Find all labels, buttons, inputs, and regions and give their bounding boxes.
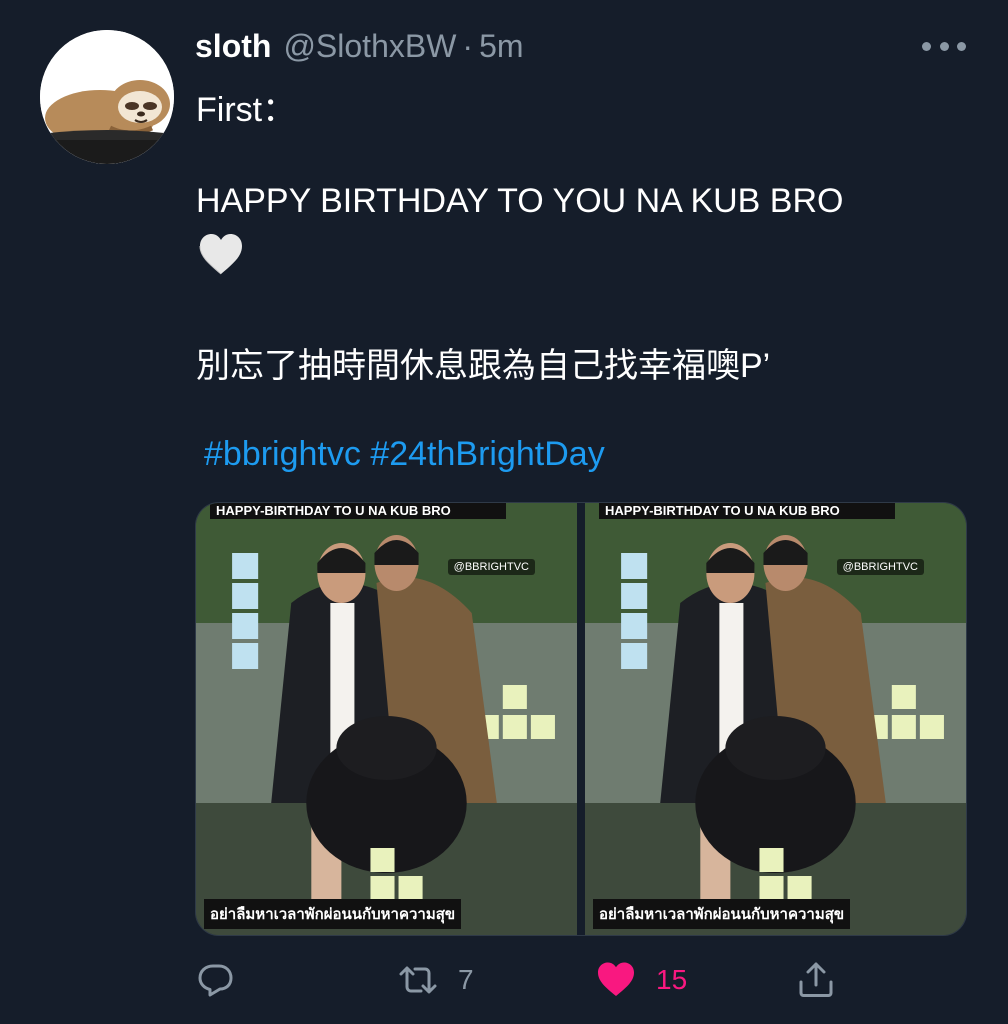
retweet-count: 7 — [458, 964, 474, 995]
tweet-text-line-3: 別忘了抽時間休息跟為自己找幸福噢P’ — [196, 347, 771, 385]
tweet-text-line-1: First： — [196, 91, 297, 129]
photo-caption: อย่าลืมหาเวลาพักผ่อนนกับหาความสุข — [593, 899, 851, 929]
reply-icon — [198, 964, 233, 997]
tweet[interactable]: sloth @SlothxBW · 5m First： HAPPY BIRTHD… — [0, 0, 1008, 1024]
photo-watermark: @BBRIGHTVC — [447, 559, 535, 575]
reply-button[interactable] — [196, 956, 236, 1004]
dot — [957, 41, 966, 51]
like-count: 15 — [656, 964, 688, 995]
photo-watermark: @BBRIGHTVC — [836, 559, 924, 575]
tweet-header: sloth @SlothxBW · 5m — [195, 28, 524, 68]
timestamp[interactable]: 5m — [479, 28, 523, 65]
white-heart-icon — [199, 234, 242, 275]
avatar[interactable] — [40, 30, 174, 164]
like-button[interactable]: 15 — [596, 956, 687, 1004]
tweet-actions: 7 15 — [0, 956, 1008, 1004]
retweet-button[interactable]: 7 — [398, 956, 474, 1004]
media-photo-1[interactable]: HAPPY-BIRTHDAY TO U NA KUB BRO @BBRIGHTV… — [196, 503, 577, 935]
user-handle[interactable]: @SlothxBW — [283, 28, 456, 65]
separator-dot: · — [462, 28, 474, 64]
photo-caption: อย่าลืมหาเวลาพักผ่อนนกับหาความสุข — [204, 899, 462, 929]
media-photo-2[interactable]: HAPPY-BIRTHDAY TO U NA KUB BRO @BBRIGHTV… — [585, 503, 966, 935]
photo-banner-text: HAPPY-BIRTHDAY TO U NA KUB BRO — [210, 503, 506, 519]
media-grid: HAPPY-BIRTHDAY TO U NA KUB BRO @BBRIGHTV… — [195, 502, 967, 936]
tweet-text-line-2: HAPPY BIRTHDAY TO YOU NA KUB BRO — [196, 182, 844, 220]
retweet-icon — [399, 966, 437, 994]
heart-filled-icon — [598, 962, 634, 996]
hashtag-link[interactable]: #bbrightvc — [204, 435, 361, 473]
share-button[interactable] — [796, 956, 836, 1004]
dot — [922, 41, 931, 51]
more-options-icon[interactable] — [922, 32, 966, 60]
dot — [939, 41, 949, 51]
sloth-avatar-icon — [40, 30, 174, 164]
share-icon — [799, 962, 833, 997]
photo-banner-text: HAPPY-BIRTHDAY TO U NA KUB BRO — [599, 503, 895, 519]
hashtags: #bbrightvc #24thBrightDay — [204, 435, 605, 474]
hashtag-link[interactable]: #24thBrightDay — [370, 435, 604, 473]
display-name[interactable]: sloth — [195, 28, 271, 65]
